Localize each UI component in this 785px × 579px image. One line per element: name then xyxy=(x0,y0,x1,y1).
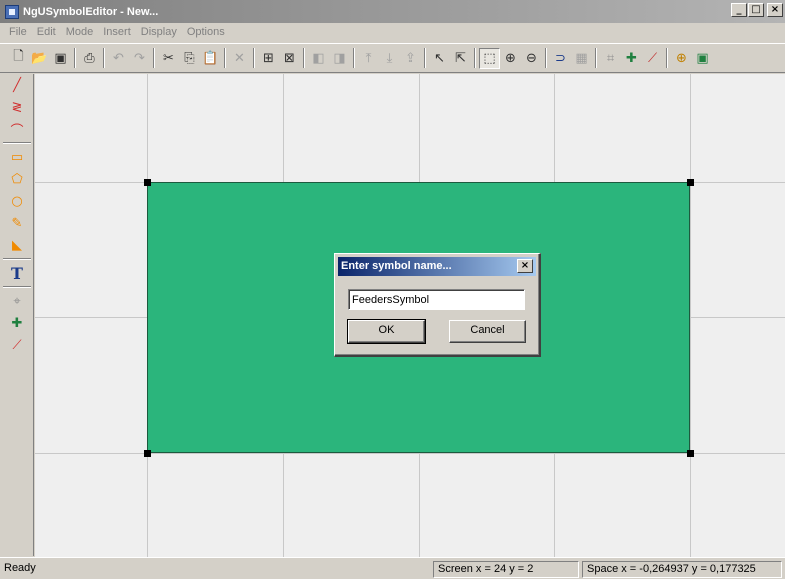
new-file-icon[interactable]: 🗋 xyxy=(8,48,29,69)
align-center-icon[interactable]: ⤓ xyxy=(379,48,400,69)
toolbar-separator xyxy=(74,48,76,68)
zoom-out-icon[interactable]: ⊖ xyxy=(521,48,542,69)
frame-icon[interactable]: ▣ xyxy=(692,48,713,69)
paste-icon[interactable]: 📋 xyxy=(200,48,221,69)
zoom-in-icon[interactable]: ⊕ xyxy=(500,48,521,69)
fill-tool-icon[interactable]: ◣ xyxy=(0,234,34,256)
toolbar-separator xyxy=(153,48,155,68)
polygon-tool-icon[interactable]: ⬠ xyxy=(0,168,34,190)
arc-tool-icon[interactable]: ⌒ xyxy=(0,118,34,140)
select-arrow-icon[interactable]: ↖ xyxy=(429,48,450,69)
resize-handle[interactable] xyxy=(144,450,151,457)
toolbar-separator xyxy=(224,48,226,68)
menu-display[interactable]: Display xyxy=(136,26,182,38)
align-left-icon[interactable]: ⤒ xyxy=(358,48,379,69)
menu-file[interactable]: File xyxy=(4,26,32,38)
print-icon[interactable]: ⎙ xyxy=(79,48,100,69)
app-icon xyxy=(5,4,19,19)
align-right-icon[interactable]: ⇪ xyxy=(400,48,421,69)
status-text: Ready xyxy=(4,562,36,574)
grid-icon[interactable]: ▦ xyxy=(571,48,592,69)
undo-icon[interactable]: ↶ xyxy=(108,48,129,69)
menu-options[interactable]: Options xyxy=(182,26,230,38)
tool-separator xyxy=(3,286,31,288)
cancel-button[interactable]: Cancel xyxy=(449,320,526,343)
insert-text-pin-icon[interactable]: ⌗ xyxy=(600,48,621,69)
ok-button[interactable]: OK xyxy=(347,319,426,344)
maximize-button[interactable]: □ xyxy=(748,3,764,17)
ungroup-icon[interactable]: ⊠ xyxy=(279,48,300,69)
minimize-button[interactable]: _ xyxy=(731,3,747,17)
pin-tool-icon[interactable]: ✚ xyxy=(0,312,34,334)
polyline-tool-icon[interactable]: ≷ xyxy=(0,96,34,118)
toolbar-separator xyxy=(353,48,355,68)
open-folder-icon[interactable]: 📂 xyxy=(29,48,50,69)
menu-mode[interactable]: Mode xyxy=(61,26,99,38)
toolbar-separator xyxy=(545,48,547,68)
toolbar-separator xyxy=(253,48,255,68)
space-coordinates: Space x = -0,264937 y = 0,177325 xyxy=(582,561,782,578)
tool-separator xyxy=(3,258,31,260)
title-bar[interactable]: NgUSymbolEditor - New... _ □ × xyxy=(0,0,785,23)
tool-separator xyxy=(3,142,31,144)
text-pin-tool-icon[interactable]: ⌖ xyxy=(0,290,34,312)
zoom-window-icon[interactable]: ⬚ xyxy=(479,47,500,69)
delete-icon[interactable]: ✕ xyxy=(229,48,250,69)
toolbar-separator xyxy=(424,48,426,68)
toolbar-separator xyxy=(595,48,597,68)
group-icon[interactable]: ⊞ xyxy=(258,48,279,69)
toolbar-separator xyxy=(303,48,305,68)
multi-select-icon[interactable]: ⇱ xyxy=(450,48,471,69)
pencil-tool-icon[interactable]: ✎ xyxy=(0,212,34,234)
app-window: NgUSymbolEditor - New... _ □ × File Edit… xyxy=(0,0,785,579)
snap-icon[interactable]: ⊃ xyxy=(550,48,571,69)
menu-bar: File Edit Mode Insert Display Options xyxy=(0,23,785,41)
status-bar: Ready Screen x = 24 y = 2 Space x = -0,2… xyxy=(0,557,785,579)
resize-handle[interactable] xyxy=(687,450,694,457)
redo-icon[interactable]: ↷ xyxy=(129,48,150,69)
text-tool-icon[interactable]: T xyxy=(0,262,34,284)
menu-edit[interactable]: Edit xyxy=(32,26,61,38)
drawing-toolbar: ╱ ≷ ⌒ ▭ ⬠ ○ ✎ ◣ T ⌖ ✚ ⟋ xyxy=(0,74,34,556)
toolbar-separator xyxy=(666,48,668,68)
main-toolbar: 🗋 📂 ▣ ⎙ ↶ ↷ ✂ ⎘ 📋 ✕ ⊞ ⊠ ◧ ◨ ⤒ ⤓ ⇪ ↖ ⇱ ⬚ … xyxy=(0,43,785,73)
toolbar-separator xyxy=(474,48,476,68)
window-title: NgUSymbolEditor - New... xyxy=(23,5,159,18)
rectangle-tool-icon[interactable]: ▭ xyxy=(0,146,34,168)
save-icon[interactable]: ▣ xyxy=(50,48,71,69)
window-controls: _ □ × xyxy=(730,3,783,17)
dialog-title: Enter symbol name... xyxy=(341,260,452,272)
insert-connector-icon[interactable]: ⟋ xyxy=(642,48,663,69)
copy-icon[interactable]: ⎘ xyxy=(179,48,200,69)
send-back-icon[interactable]: ◨ xyxy=(329,48,350,69)
bring-front-icon[interactable]: ◧ xyxy=(308,48,329,69)
connector-tool-icon[interactable]: ⟋ xyxy=(0,334,34,356)
dialog-title-bar[interactable]: Enter symbol name... × xyxy=(338,257,536,276)
circle-tool-icon[interactable]: ○ xyxy=(0,190,34,212)
dialog-close-button[interactable]: × xyxy=(517,259,533,273)
cut-icon[interactable]: ✂ xyxy=(158,48,179,69)
line-tool-icon[interactable]: ╱ xyxy=(0,74,34,96)
menu-insert[interactable]: Insert xyxy=(98,26,136,38)
insert-pin-icon[interactable]: ✚ xyxy=(621,48,642,69)
anchor-icon[interactable]: ⊕ xyxy=(671,48,692,69)
close-button[interactable]: × xyxy=(767,3,783,17)
screen-coordinates: Screen x = 24 y = 2 xyxy=(433,561,579,578)
toolbar-separator xyxy=(103,48,105,68)
grid-line xyxy=(690,74,691,557)
symbol-name-input[interactable] xyxy=(348,289,525,310)
symbol-name-dialog: Enter symbol name... × OK Cancel xyxy=(334,253,541,357)
resize-handle[interactable] xyxy=(687,179,694,186)
resize-handle[interactable] xyxy=(144,179,151,186)
